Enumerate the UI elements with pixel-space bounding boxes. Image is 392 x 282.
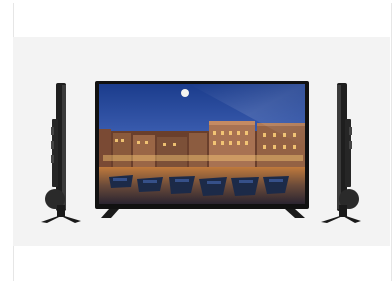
tv-front-view xyxy=(95,81,309,218)
tv-right-side-view xyxy=(321,83,361,223)
tv-product-illustration xyxy=(41,81,361,223)
tv-left-side-view xyxy=(41,83,81,223)
product-photo xyxy=(13,37,390,246)
